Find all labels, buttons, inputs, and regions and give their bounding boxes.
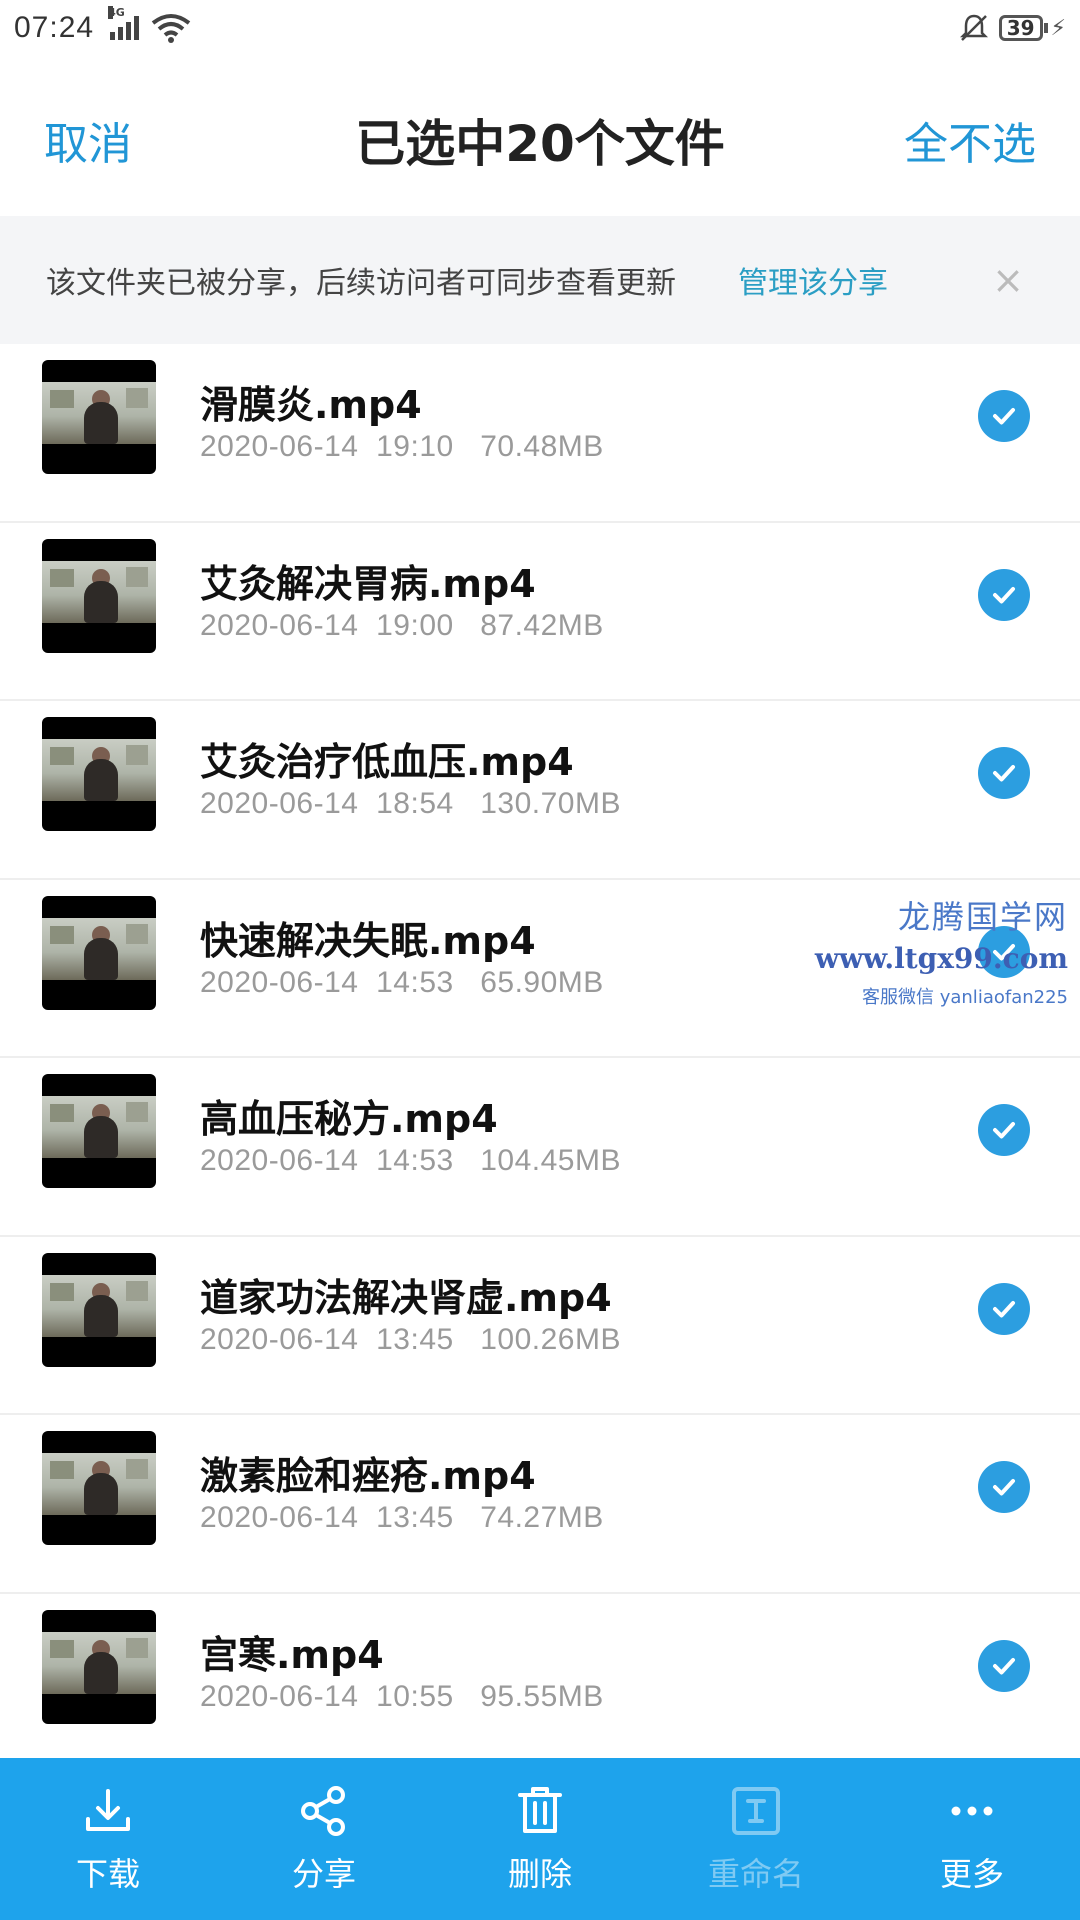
file-date: 2020-06-14 10:55	[200, 1679, 454, 1713]
file-row[interactable]: 艾灸解决胃病.mp4 2020-06-14 19:00 87.42MB	[0, 523, 1080, 701]
file-size: 87.42MB	[480, 608, 604, 642]
more-label: 更多	[939, 1855, 1004, 1893]
battery-level: 39	[998, 15, 1043, 41]
share-icon	[301, 1786, 345, 1836]
file-size: 70.48MB	[480, 430, 604, 463]
charging-icon: ⚡	[1050, 15, 1066, 41]
file-name: 快速解决失眠.mp4	[200, 918, 536, 963]
file-date: 2020-06-14 13:45	[200, 1322, 454, 1356]
selected-check-icon[interactable]	[978, 925, 1030, 978]
rename-label: 重命名	[707, 1855, 804, 1893]
file-date: 2020-06-14 19:00	[200, 608, 454, 642]
file-date: 2020-06-14 18:54	[200, 787, 454, 820]
share-banner-text: 该文件夹已被分享，后续访问者可同步查看更新	[46, 266, 676, 301]
video-thumbnail	[42, 1252, 156, 1367]
file-meta: 2020-06-14 13:45 74.27MB	[200, 1501, 604, 1535]
file-meta: 2020-06-14 19:00 87.42MB	[200, 609, 604, 643]
selected-check-icon[interactable]	[978, 1104, 1030, 1156]
file-name: 高血压秘方.mp4	[200, 1097, 498, 1141]
video-thumbnail	[42, 1431, 156, 1545]
share-label: 分享	[291, 1855, 356, 1893]
file-row[interactable]: 滑膜炎.mp4 2020-06-14 19:10 70.48MB	[0, 344, 1080, 523]
wifi-icon	[151, 14, 191, 43]
video-thumbnail	[42, 1074, 156, 1188]
rename-icon	[732, 1787, 780, 1835]
selection-header: 取消 已选中20个文件 全不选	[0, 56, 1080, 216]
file-row[interactable]: 艾灸治疗低血压.mp4 2020-06-14 18:54 130.70MB	[0, 701, 1080, 880]
delete-label: 删除	[507, 1855, 572, 1893]
video-thumbnail	[42, 717, 156, 831]
file-name: 艾灸解决胃病.mp4	[200, 561, 536, 606]
delete-button[interactable]: 删除	[432, 1758, 648, 1920]
file-list: 滑膜炎.mp4 2020-06-14 19:10 70.48MB 艾灸解决胃病.…	[0, 344, 1080, 1772]
file-name: 滑膜炎.mp4	[200, 383, 422, 427]
file-name: 艾灸治疗低血压.mp4	[200, 740, 574, 784]
video-thumbnail	[42, 360, 156, 474]
file-size: 104.45MB	[480, 1144, 621, 1177]
selected-check-icon[interactable]	[978, 747, 1030, 799]
file-row[interactable]: 宫寒.mp4 2020-06-14 10:55 95.55MB	[0, 1594, 1080, 1772]
file-meta: 2020-06-14 18:54 130.70MB	[200, 787, 621, 821]
close-icon[interactable]: ×	[992, 258, 1024, 302]
file-date: 2020-06-14 14:53	[200, 1144, 454, 1177]
battery-icon: 39 ⚡	[998, 15, 1066, 41]
mute-bell-icon	[959, 14, 988, 41]
bottom-toolbar: 下载 分享 删除 重命名 更多	[0, 1758, 1080, 1920]
file-row[interactable]: 高血压秘方.mp4 2020-06-14 14:53 104.45MB	[0, 1058, 1080, 1237]
file-meta: 2020-06-14 13:45 100.26MB	[200, 1323, 621, 1357]
file-row[interactable]: 激素脸和痤疮.mp4 2020-06-14 13:45 74.27MB	[0, 1415, 1080, 1594]
selected-check-icon[interactable]	[978, 390, 1030, 442]
download-button[interactable]: 下载	[0, 1758, 216, 1920]
file-date: 2020-06-14 14:53	[200, 965, 454, 999]
network-type: 4G	[108, 6, 125, 19]
file-row[interactable]: 道家功法解决肾虚.mp4 2020-06-14 13:45 100.26MB	[0, 1237, 1080, 1415]
video-thumbnail	[42, 538, 156, 653]
status-time: 07:24	[14, 11, 95, 44]
share-banner: 该文件夹已被分享，后续访问者可同步查看更新 管理该分享 ×	[0, 216, 1080, 344]
file-meta: 2020-06-14 19:10 70.48MB	[200, 430, 604, 464]
selected-check-icon[interactable]	[978, 1461, 1030, 1513]
more-button[interactable]: 更多	[864, 1758, 1080, 1920]
file-meta: 2020-06-14 10:55 95.55MB	[200, 1680, 604, 1714]
file-date: 2020-06-14 13:45	[200, 1501, 454, 1534]
status-bar: 07:24 4G 39 ⚡	[0, 0, 1080, 56]
file-meta: 2020-06-14 14:53 65.90MB	[200, 966, 604, 1000]
file-size: 100.26MB	[480, 1322, 621, 1356]
trash-icon	[518, 1787, 562, 1833]
rename-button[interactable]: 重命名	[648, 1758, 864, 1920]
file-name: 宫寒.mp4	[200, 1632, 384, 1677]
file-name: 激素脸和痤疮.mp4	[200, 1454, 536, 1498]
selected-check-icon[interactable]	[978, 1282, 1030, 1335]
share-button[interactable]: 分享	[216, 1758, 432, 1920]
file-size: 130.70MB	[480, 787, 621, 820]
file-meta: 2020-06-14 14:53 104.45MB	[200, 1144, 621, 1178]
download-label: 下载	[75, 1855, 140, 1893]
deselect-all-button[interactable]: 全不选	[904, 108, 1036, 172]
cellular-signal-icon: 4G	[108, 6, 140, 40]
video-thumbnail	[42, 1609, 156, 1724]
manage-share-link[interactable]: 管理该分享	[738, 258, 888, 302]
selected-check-icon[interactable]	[978, 568, 1030, 621]
file-size: 95.55MB	[480, 1679, 604, 1713]
selected-check-icon[interactable]	[978, 1639, 1030, 1692]
file-size: 65.90MB	[480, 965, 604, 999]
file-row[interactable]: 快速解决失眠.mp4 2020-06-14 14:53 65.90MB	[0, 880, 1080, 1058]
file-size: 74.27MB	[480, 1501, 604, 1534]
file-date: 2020-06-14 19:10	[200, 430, 454, 463]
video-thumbnail	[42, 895, 156, 1010]
download-icon	[86, 1789, 130, 1831]
file-name: 道家功法解决肾虚.mp4	[200, 1275, 612, 1320]
more-icon	[951, 1806, 993, 1816]
